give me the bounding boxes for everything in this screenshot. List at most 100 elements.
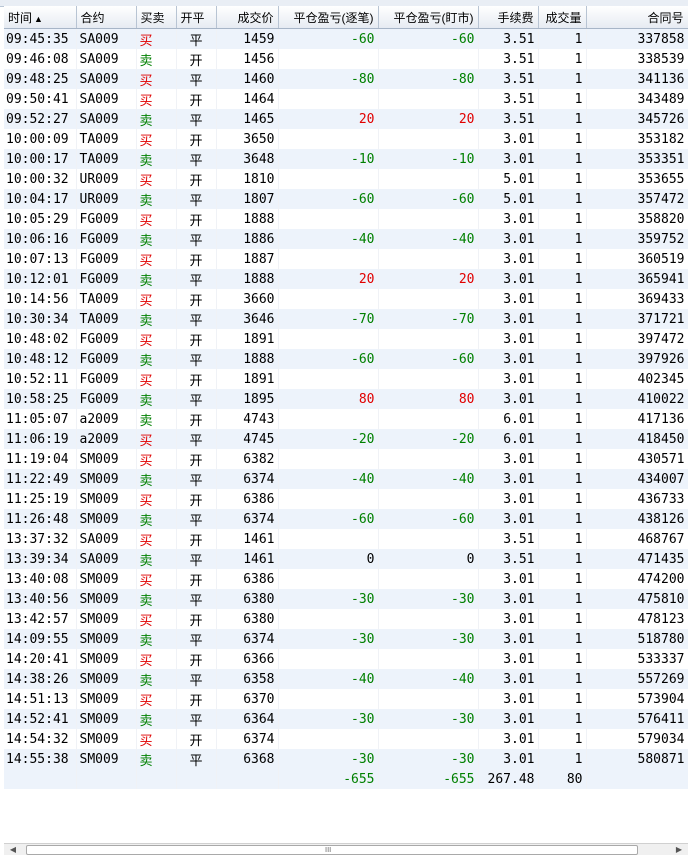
cell-pnl-trade — [278, 569, 379, 589]
col-header-price[interactable]: 成交价 — [216, 6, 279, 29]
table-row[interactable]: 13:37:32 SA009 买开 1461 3.51 1 468767 — [4, 529, 688, 549]
table-row[interactable]: 10:12:01 FG009 卖平 1888 20 20 3.01 1 365941 — [4, 269, 688, 289]
cell-price: 1456 — [216, 49, 279, 69]
table-row[interactable]: 11:05:07 a2009 卖开 4743 6.01 1 417136 — [4, 409, 688, 429]
col-header-contract[interactable]: 合约 — [76, 6, 137, 29]
table-row[interactable]: 11:22:49 SM009 卖平 6374 -40 -40 3.01 1 434007 — [4, 469, 688, 489]
scroll-left-icon[interactable]: ◀ — [6, 844, 20, 855]
cell-direction: 卖 — [136, 469, 177, 489]
horizontal-scrollbar[interactable]: ◀ III ▶ — [4, 843, 688, 855]
table-row[interactable]: 10:52:11 FG009 买开 1891 3.01 1 402345 — [4, 369, 688, 389]
col-header-open-close[interactable]: 开平 — [176, 6, 217, 29]
table-row[interactable]: 10:05:29 FG009 买开 1888 3.01 1 358820 — [4, 209, 688, 229]
cell-fee: 3.51 — [478, 549, 539, 569]
table-row[interactable]: 09:52:27 SA009 卖平 1465 20 20 3.51 1 345726 — [4, 109, 688, 129]
col-header-time[interactable]: 时间 ▲ — [4, 6, 77, 29]
table-row[interactable]: 13:40:08 SM009 买开 6386 3.01 1 474200 — [4, 569, 688, 589]
cell-pnl-trade: -60 — [278, 189, 379, 209]
cell-open-close: 平 — [176, 429, 217, 449]
cell-open-close: 平 — [176, 69, 217, 89]
cell-volume: 1 — [538, 529, 587, 549]
cell-direction: 卖 — [136, 389, 177, 409]
cell-contract: SM009 — [76, 709, 137, 729]
col-header-pnl-trade[interactable]: 平仓盈亏(逐笔) — [278, 6, 379, 29]
cell-fee: 3.01 — [478, 229, 539, 249]
col-header-direction[interactable]: 买卖 — [136, 6, 177, 29]
cell-contract: TA009 — [76, 309, 137, 329]
cell-price: 6380 — [216, 609, 279, 629]
cell-fee: 3.51 — [478, 109, 539, 129]
table-row[interactable]: 09:46:08 SA009 卖开 1456 3.51 1 338539 — [4, 49, 688, 69]
table-row[interactable]: 09:48:25 SA009 买平 1460 -80 -80 3.51 1 341136 — [4, 69, 688, 89]
totals-blank — [4, 769, 77, 789]
cell-pnl-trade — [278, 129, 379, 149]
cell-contract: SM009 — [76, 469, 137, 489]
cell-price: 3648 — [216, 149, 279, 169]
table-row[interactable]: 10:30:34 TA009 卖平 3646 -70 -70 3.01 1 371721 — [4, 309, 688, 329]
cell-order-no: 341136 — [586, 69, 688, 89]
table-row[interactable]: 09:50:41 SA009 买开 1464 3.51 1 343489 — [4, 89, 688, 109]
col-header-volume[interactable]: 成交量 — [538, 6, 587, 29]
cell-pnl-mark — [378, 649, 479, 669]
table-row[interactable]: 09:45:35 SA009 买平 1459 -60 -60 3.51 1 337858 — [4, 28, 688, 49]
table-row[interactable]: 11:25:19 SM009 买开 6386 3.01 1 436733 — [4, 489, 688, 509]
table-row[interactable]: 10:00:09 TA009 买开 3650 3.01 1 353182 — [4, 129, 688, 149]
cell-volume: 1 — [538, 429, 587, 449]
table-row[interactable]: 11:06:19 a2009 买平 4745 -20 -20 6.01 1 418450 — [4, 429, 688, 449]
table-row[interactable]: 14:54:32 SM009 买开 6374 3.01 1 579034 — [4, 729, 688, 749]
table-row[interactable]: 13:42:57 SM009 买开 6380 3.01 1 478123 — [4, 609, 688, 629]
table-row[interactable]: 10:07:13 FG009 买开 1887 3.01 1 360519 — [4, 249, 688, 269]
table-row[interactable]: 10:48:12 FG009 卖平 1888 -60 -60 3.01 1 397926 — [4, 349, 688, 369]
sort-ascending-icon: ▲ — [34, 13, 43, 24]
cell-price: 6364 — [216, 709, 279, 729]
cell-time: 14:55:38 — [4, 749, 77, 769]
cell-fee: 5.01 — [478, 189, 539, 209]
cell-pnl-trade — [278, 729, 379, 749]
cell-price: 6386 — [216, 569, 279, 589]
table-row[interactable]: 14:20:41 SM009 买开 6366 3.01 1 533337 — [4, 649, 688, 669]
table-row[interactable]: 13:39:34 SA009 卖平 1461 0 0 3.51 1 471435 — [4, 549, 688, 569]
table-row[interactable]: 10:48:02 FG009 买开 1891 3.01 1 397472 — [4, 329, 688, 349]
table-row[interactable]: 14:52:41 SM009 卖平 6364 -30 -30 3.01 1 576411 — [4, 709, 688, 729]
table-row[interactable]: 10:14:56 TA009 买开 3660 3.01 1 369433 — [4, 289, 688, 309]
cell-time: 14:20:41 — [4, 649, 77, 669]
table-row[interactable]: 10:04:17 UR009 卖平 1807 -60 -60 5.01 1 357472 — [4, 189, 688, 209]
table-row[interactable]: 14:09:55 SM009 卖平 6374 -30 -30 3.01 1 518780 — [4, 629, 688, 649]
table-row[interactable]: 10:00:17 TA009 卖平 3648 -10 -10 3.01 1 353351 — [4, 149, 688, 169]
cell-direction: 买 — [136, 569, 177, 589]
cell-price: 1891 — [216, 329, 279, 349]
table-row[interactable]: 14:51:13 SM009 买开 6370 3.01 1 573904 — [4, 689, 688, 709]
cell-time: 10:04:17 — [4, 189, 77, 209]
cell-open-close: 平 — [176, 549, 217, 569]
cell-price: 3650 — [216, 129, 279, 149]
col-header-order-no[interactable]: 合同号 — [586, 6, 688, 29]
table-row[interactable]: 14:38:26 SM009 卖平 6358 -40 -40 3.01 1 557269 — [4, 669, 688, 689]
table-row[interactable]: 10:00:32 UR009 买开 1810 5.01 1 353655 — [4, 169, 688, 189]
cell-fee: 3.01 — [478, 609, 539, 629]
scroll-right-icon[interactable]: ▶ — [672, 844, 686, 855]
table-row[interactable]: 10:58:25 FG009 卖平 1895 80 80 3.01 1 410022 — [4, 389, 688, 409]
cell-open-close: 开 — [176, 329, 217, 349]
cell-pnl-trade: -30 — [278, 749, 379, 769]
cell-volume: 1 — [538, 249, 587, 269]
cell-time: 09:48:25 — [4, 69, 77, 89]
cell-price: 6382 — [216, 449, 279, 469]
col-header-fee[interactable]: 手续费 — [478, 6, 539, 29]
table-row[interactable]: 14:55:38 SM009 卖平 6368 -30 -30 3.01 1 580871 — [4, 749, 688, 769]
cell-order-no: 353182 — [586, 129, 688, 149]
cell-contract: UR009 — [76, 169, 137, 189]
cell-order-no: 471435 — [586, 549, 688, 569]
totals-blank — [176, 769, 217, 789]
cell-pnl-trade — [278, 49, 379, 69]
table-row[interactable]: 11:19:04 SM009 买开 6382 3.01 1 430571 — [4, 449, 688, 469]
col-header-pnl-mark[interactable]: 平仓盈亏(盯市) — [378, 6, 479, 29]
cell-open-close: 开 — [176, 609, 217, 629]
cell-volume: 1 — [538, 169, 587, 189]
cell-pnl-trade — [278, 609, 379, 629]
table-row[interactable]: 13:40:56 SM009 卖平 6380 -30 -30 3.01 1 475810 — [4, 589, 688, 609]
table-row[interactable]: 10:06:16 FG009 卖平 1886 -40 -40 3.01 1 359752 — [4, 229, 688, 249]
cell-pnl-trade: -60 — [278, 28, 379, 49]
cell-pnl-trade: -40 — [278, 229, 379, 249]
table-row[interactable]: 11:26:48 SM009 卖平 6374 -60 -60 3.01 1 438126 — [4, 509, 688, 529]
cell-pnl-trade — [278, 369, 379, 389]
